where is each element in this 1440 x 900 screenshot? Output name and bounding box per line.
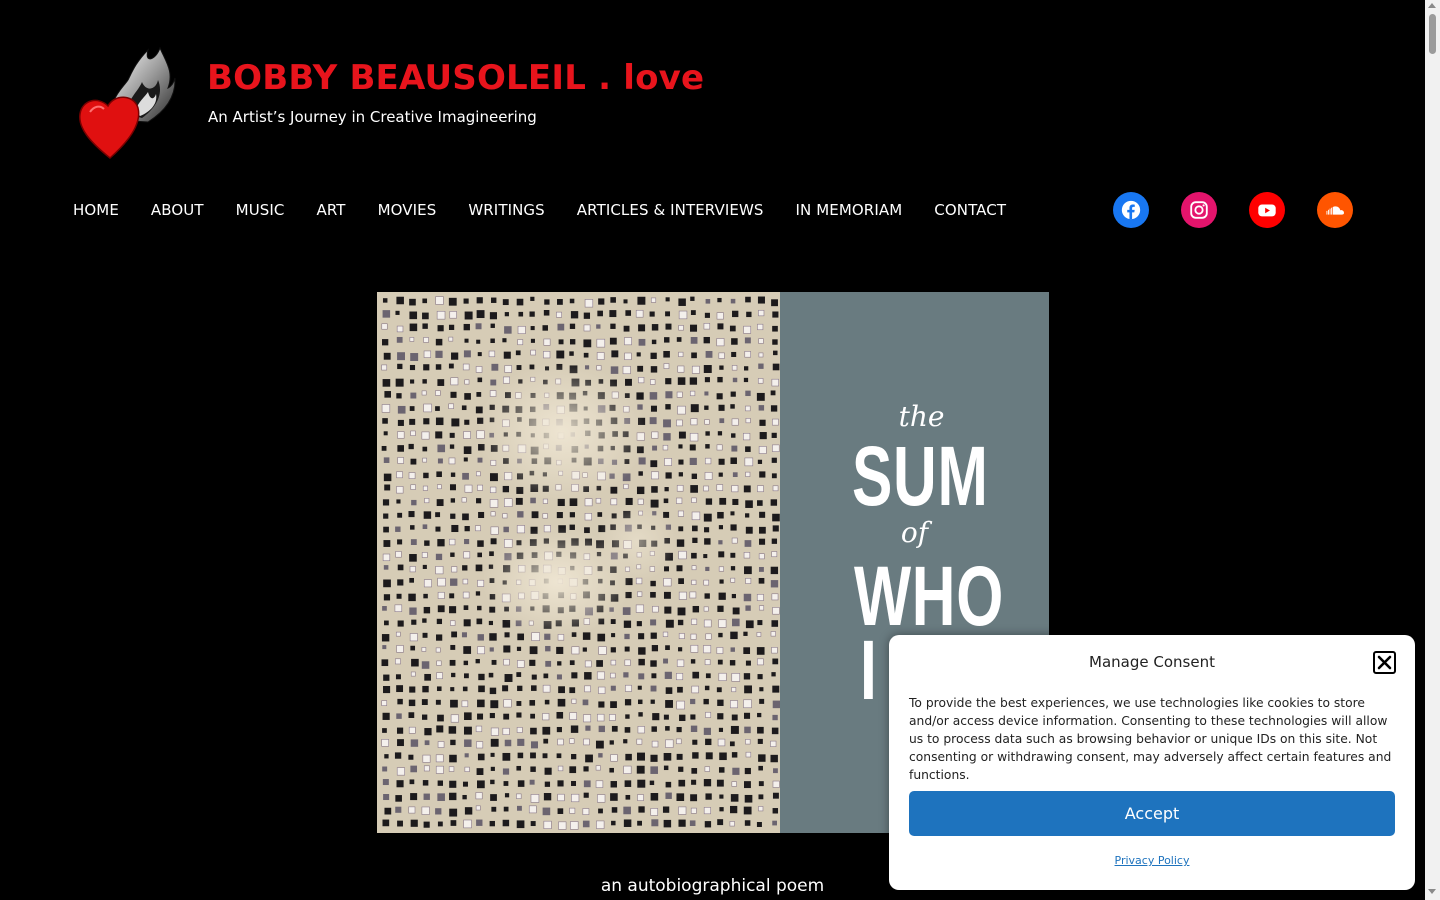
flaming-heart-icon[interactable] [76,42,176,160]
nav-item-movies[interactable]: MOVIES [378,201,437,219]
nav-item-in-memoriam[interactable]: IN MEMORIAM [796,201,903,219]
youtube-icon [1258,204,1276,217]
vertical-scrollbar[interactable] [1425,0,1440,900]
page: BOBBY BEAUSOLEIL . love An Artist’s Jour… [0,0,1425,900]
close-icon [1377,655,1392,670]
nav-item-music[interactable]: MUSIC [236,201,285,219]
youtube-link[interactable] [1249,192,1285,228]
scroll-up-arrow-icon[interactable] [1428,3,1436,8]
site-title[interactable]: BOBBY BEAUSOLEIL . love [207,58,704,98]
book-title-of: of [900,516,929,549]
nav-item-contact[interactable]: CONTACT [934,201,1006,219]
close-button[interactable] [1373,651,1396,674]
portrait-artwork [377,292,781,833]
main-navigation: HOME ABOUT MUSIC ART MOVIES WRITINGS ART… [73,198,1038,222]
nav-item-art[interactable]: ART [317,201,346,219]
soundcloud-link[interactable] [1317,192,1353,228]
facebook-icon [1121,200,1141,220]
scrollbar-thumb[interactable] [1429,14,1436,54]
privacy-policy-link[interactable]: Privacy Policy [889,854,1415,867]
book-title-i: I [860,623,877,717]
scroll-down-arrow-icon[interactable] [1428,889,1436,894]
nav-item-about[interactable]: ABOUT [151,201,204,219]
consent-title: Manage Consent [1089,653,1215,671]
consent-description: To provide the best experiences, we use … [909,696,1392,782]
facebook-link[interactable] [1113,192,1149,228]
nav-item-writings[interactable]: WRITINGS [468,201,544,219]
consent-dialog: Manage Consent To provide the best exper… [889,635,1415,890]
accept-button[interactable]: Accept [909,791,1395,836]
nav-item-articles-interviews[interactable]: ARTICLES & INTERVIEWS [577,201,764,219]
book-title-sum: SUM [852,429,989,523]
nav-item-home[interactable]: HOME [73,201,119,219]
instagram-link[interactable] [1181,192,1217,228]
soundcloud-icon [1326,206,1344,215]
site-tagline: An Artist’s Journey in Creative Imaginee… [208,108,537,126]
instagram-icon [1190,201,1208,219]
